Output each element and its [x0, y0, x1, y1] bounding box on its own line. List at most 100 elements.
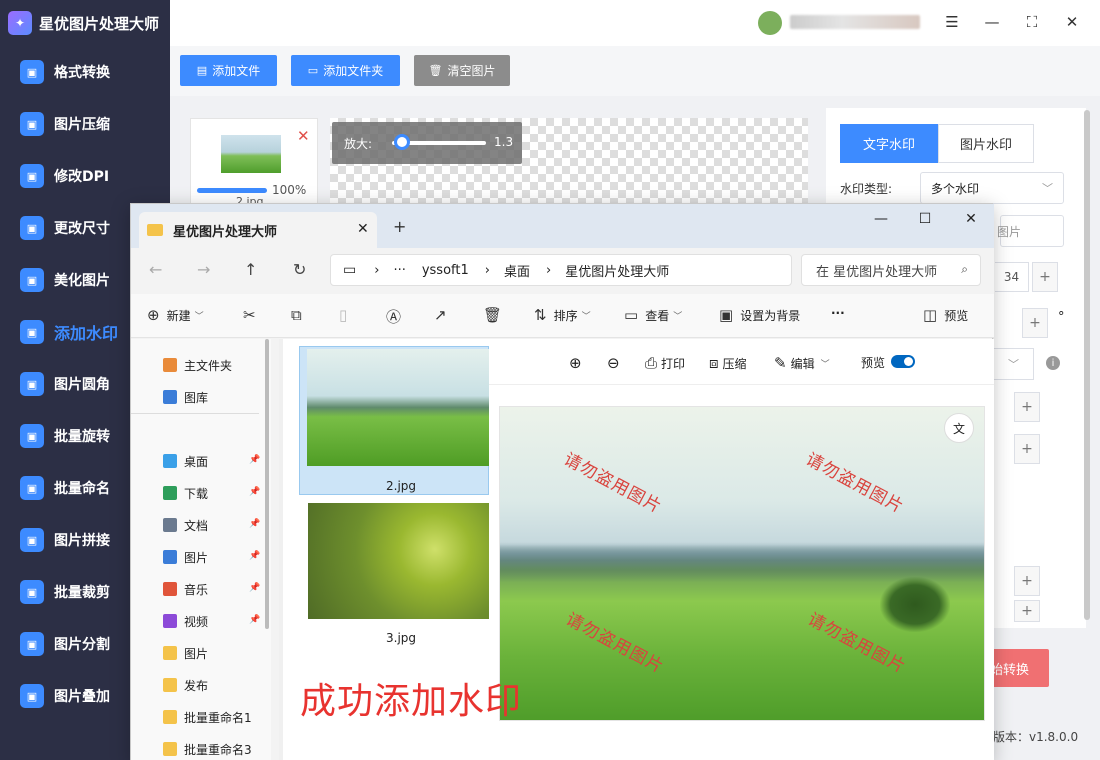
clear-images-button[interactable]: 🗑 清空图片	[414, 55, 510, 86]
nav-item[interactable]: 发布	[163, 675, 208, 695]
nav-item[interactable]: 下载	[163, 483, 208, 503]
search-input[interactable]: 在 星优图片处理大师 ⌕	[801, 254, 981, 286]
avatar[interactable]	[758, 11, 782, 35]
explorer-tab[interactable]: 星优图片处理大师 ✕	[139, 212, 377, 248]
start-convert-button[interactable]: 始转换	[986, 649, 1049, 687]
cut-button[interactable]: ✂	[243, 306, 263, 324]
image-thumbnail-card[interactable]: ✕ 100% 2.jpg	[190, 118, 318, 208]
watermark-type-select[interactable]: 多个水印 ﹀	[920, 172, 1064, 204]
add-folder-button[interactable]: ▭ 添加文件夹	[291, 55, 400, 86]
wallpaper-icon: ▣	[719, 306, 734, 324]
breadcrumb-segment[interactable]: yssoft1	[422, 263, 469, 278]
nav-item[interactable]: 批量重命名3	[163, 739, 252, 759]
pin-icon[interactable]: 📌	[249, 551, 260, 561]
new-button[interactable]: ⊕ 新建 ﹀	[147, 306, 204, 324]
sidebar-item-0[interactable]: ▣ 格式转换	[0, 46, 170, 98]
nav-item[interactable]: 批量重命名1	[163, 707, 252, 727]
pin-icon[interactable]: 📌	[249, 615, 260, 625]
set-background-button[interactable]: ▣ 设置为背景	[719, 306, 800, 324]
nav-item[interactable]: 图片	[163, 547, 208, 567]
search-placeholder: 在 星优图片处理大师	[816, 264, 938, 280]
nav-item[interactable]: 桌面	[163, 451, 208, 471]
watermark-text: 请勿盗用图片	[802, 449, 908, 518]
panel-scrollbar[interactable]	[1084, 110, 1090, 620]
sidebar-item-2[interactable]: ▣ 修改DPI	[0, 150, 170, 202]
nav-divider	[131, 413, 259, 414]
nav-item-label: 下载	[184, 486, 209, 501]
sort-button[interactable]: ⇅ 排序 ﹀	[534, 306, 591, 324]
forward-arrow-icon[interactable]: →	[197, 260, 210, 279]
nav-pane-scrollbar[interactable]	[265, 339, 269, 629]
zoom-out-button[interactable]: ⊖	[607, 354, 624, 372]
zoom-slider-handle[interactable]	[394, 134, 410, 150]
sidebar-item-label: 更改尺寸	[54, 221, 110, 237]
watermark-text-input[interactable]: 图片	[997, 215, 1064, 247]
zoom-label: 放大:	[344, 137, 373, 151]
file-thumbnail-2[interactable]	[307, 349, 489, 466]
nav-item[interactable]: 音乐	[163, 579, 208, 599]
preview-pane-button[interactable]: ◫ 预览	[923, 306, 968, 324]
increase-button-6[interactable]: +	[1014, 600, 1040, 622]
add-file-button[interactable]: ▤ 添加文件	[180, 55, 277, 86]
info-icon[interactable]: i	[1046, 356, 1060, 370]
increase-button-4[interactable]: +	[1014, 434, 1040, 464]
increase-button-2[interactable]: +	[1022, 308, 1048, 338]
increase-button-5[interactable]: +	[1014, 566, 1040, 596]
close-tab-icon[interactable]: ✕	[357, 221, 369, 237]
back-arrow-icon[interactable]: ←	[149, 260, 162, 279]
nav-item[interactable]: 主文件夹	[163, 355, 232, 375]
text-recognition-icon[interactable]: 文	[944, 413, 974, 443]
copy-button[interactable]: ⧉	[291, 306, 309, 324]
dropdown-fragment[interactable]: ﹀	[994, 348, 1034, 380]
resize-icon: ▣	[20, 216, 44, 240]
up-arrow-icon[interactable]: ↑	[244, 260, 257, 279]
tab-image-watermark[interactable]: 图片水印	[938, 124, 1034, 163]
more-dots-icon[interactable]: ···	[393, 263, 405, 278]
print-button[interactable]: ⎙ 打印	[645, 354, 685, 372]
preview-toggle[interactable]	[891, 355, 915, 368]
edit-button[interactable]: ✎ 编辑 ﹀	[774, 354, 830, 372]
new-tab-icon[interactable]: +	[393, 217, 406, 236]
paste-button[interactable]: ▯	[339, 306, 354, 324]
breadcrumb-segment[interactable]: 桌面	[504, 261, 530, 280]
remove-image-icon[interactable]: ✕	[297, 127, 310, 145]
search-icon[interactable]: ⌕	[961, 262, 968, 277]
file-name[interactable]: 2.jpg	[386, 479, 416, 493]
address-bar[interactable]: ▭ › ··· yssoft1 › 桌面 › 星优图片处理大师	[330, 254, 792, 286]
file-name[interactable]: 3.jpg	[386, 631, 416, 645]
minimize-icon[interactable]: —	[871, 209, 891, 229]
nav-item[interactable]: 视频	[163, 611, 208, 631]
rename-button[interactable]: Ⓐ	[386, 306, 408, 327]
zoom-in-button[interactable]: ⊕	[569, 354, 586, 372]
maximize-icon[interactable]: ⛶	[1020, 10, 1044, 34]
maximize-icon[interactable]: ☐	[915, 209, 935, 229]
minimize-icon[interactable]: —	[980, 10, 1004, 34]
close-icon[interactable]: ✕	[961, 209, 981, 229]
view-button[interactable]: ▭ 查看 ﹀	[624, 306, 682, 324]
pin-icon[interactable]: 📌	[249, 455, 260, 465]
font-size-value[interactable]: 34	[995, 262, 1029, 292]
delete-button[interactable]: 🗑	[483, 306, 509, 324]
pin-icon[interactable]: 📌	[249, 519, 260, 529]
compress-button[interactable]: ⧈ 压缩	[709, 354, 747, 372]
pin-icon[interactable]: 📌	[249, 487, 260, 497]
settings-sliders-icon[interactable]: ☰	[940, 10, 964, 34]
file-thumbnail-3[interactable]	[308, 503, 489, 619]
crop-icon: ▣	[20, 580, 44, 604]
pin-icon[interactable]: 📌	[249, 583, 260, 593]
folder-icon	[163, 678, 177, 692]
nav-item[interactable]: 文档	[163, 515, 208, 535]
pictures-icon	[163, 550, 177, 564]
increase-button-3[interactable]: +	[1014, 392, 1040, 422]
progress-percent: 100%	[272, 183, 307, 197]
nav-item[interactable]: 图片	[163, 643, 208, 663]
close-icon[interactable]: ✕	[1060, 10, 1084, 34]
refresh-icon[interactable]: ↻	[293, 260, 306, 279]
tab-text-watermark[interactable]: 文字水印	[840, 124, 938, 163]
nav-item[interactable]: 图库	[163, 387, 208, 407]
share-button[interactable]: ↗	[434, 306, 454, 324]
sidebar-item-1[interactable]: ▣ 图片压缩	[0, 98, 170, 150]
more-options-button[interactable]: ···	[831, 306, 845, 320]
breadcrumb-segment[interactable]: 星优图片处理大师	[565, 261, 669, 280]
font-size-increase-button[interactable]: +	[1032, 262, 1058, 292]
